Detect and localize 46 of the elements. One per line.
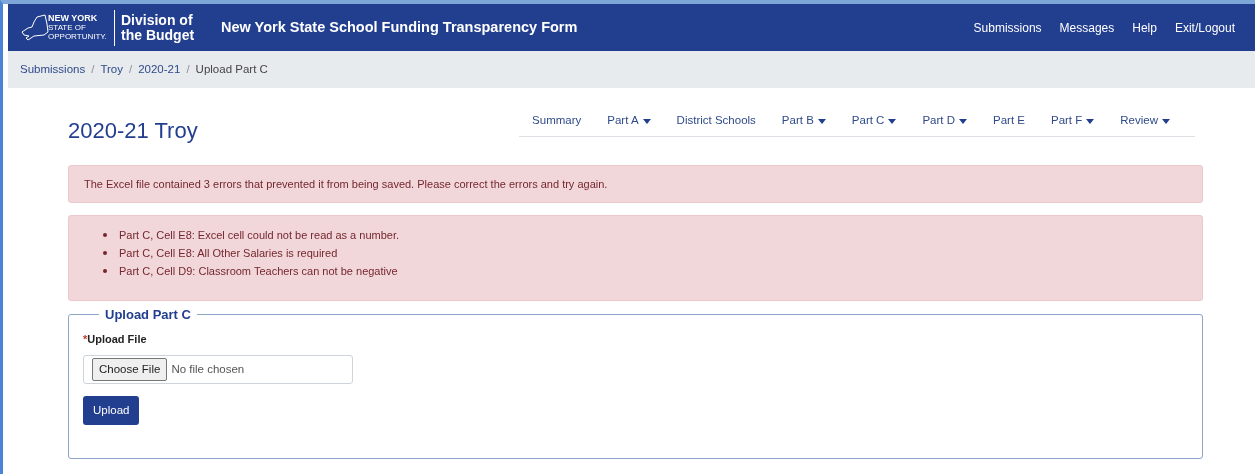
section-tab[interactable]: Part A: [594, 106, 664, 136]
field-label: Upload File: [87, 332, 147, 345]
section-tab[interactable]: Summary: [519, 106, 595, 136]
logo-tagline: STATE OF OPPORTUNITY.: [48, 23, 108, 41]
file-input-field[interactable]: Choose File No file chosen: [83, 355, 353, 384]
bullet-icon: [103, 269, 107, 273]
error-item: Part C, Cell E8: All Other Salaries is required: [119, 245, 338, 261]
upload-legend: Upload Part C: [99, 305, 197, 325]
header-nav-link[interactable]: Exit/Logout: [1174, 18, 1235, 37]
logo-agency-name: Division of the Budget: [121, 12, 196, 43]
state-outline-icon: [20, 13, 50, 42]
caret-icon: [888, 118, 897, 124]
page-title: 2020-21 Troy: [68, 117, 198, 145]
required-mark: *: [83, 332, 88, 345]
breadcrumb-separator: /: [186, 61, 190, 77]
error-item: Part C, Cell D9: Classroom Teachers can not be negative: [119, 263, 398, 279]
section-tab[interactable]: District Schools: [663, 106, 769, 136]
bullet-icon: [103, 251, 107, 255]
error-item: Part C, Cell E8: Excel cell could not be read as a number.: [119, 227, 400, 243]
choose-file-button[interactable]: Choose File: [92, 358, 168, 381]
app-title: New York State School Funding Transparency Form: [221, 17, 578, 37]
breadcrumb-separator: /: [129, 61, 133, 77]
error-alert: The Excel file contained 3 errors that prevented it from being saved. Please correct the errors and try again.: [68, 165, 1203, 203]
breadcrumb-link[interactable]: Troy: [100, 60, 123, 79]
header-nav-link[interactable]: Submissions: [973, 18, 1042, 37]
breadcrumb-current: Upload Part C: [195, 61, 268, 77]
section-tab[interactable]: Review: [1107, 106, 1183, 136]
logo-state-name: NEW YORK: [48, 14, 99, 23]
section-tab[interactable]: Part D: [909, 106, 980, 136]
upload-button[interactable]: Upload: [83, 396, 140, 425]
caret-icon: [642, 118, 651, 124]
section-tab[interactable]: Part E: [980, 106, 1038, 136]
section-tab[interactable]: Part B: [768, 106, 839, 136]
section-tab[interactable]: Part F: [1037, 106, 1108, 136]
caret-icon: [959, 118, 967, 124]
breadcrumb-link[interactable]: 2020-21: [138, 60, 181, 79]
breadcrumb-separator: /: [91, 61, 95, 77]
breadcrumb-link[interactable]: Submissions: [20, 60, 86, 79]
section-tab[interactable]: Part C: [838, 106, 910, 136]
caret-icon: [817, 118, 826, 124]
file-status: No file chosen: [171, 361, 245, 377]
header-nav-link[interactable]: Messages: [1059, 18, 1115, 37]
caret-icon: [1086, 118, 1095, 124]
header-nav-link[interactable]: Help: [1132, 18, 1157, 37]
bullet-icon: [103, 233, 107, 237]
caret-icon: [1162, 118, 1170, 124]
